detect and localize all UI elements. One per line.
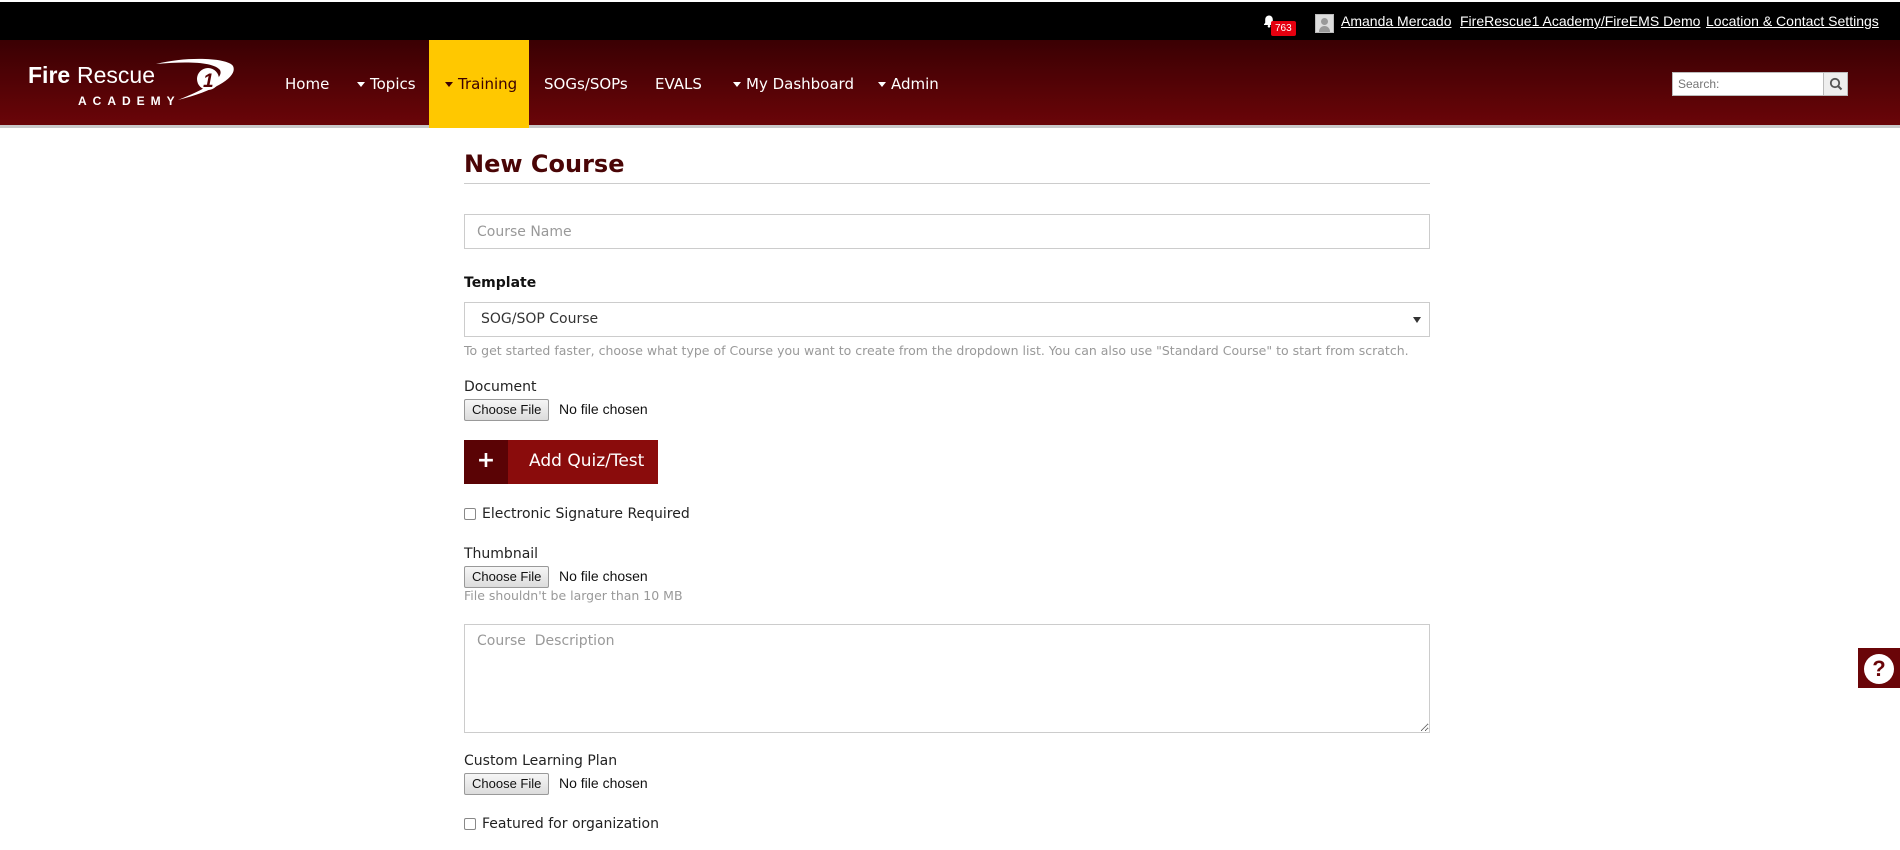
document-label: Document bbox=[464, 379, 537, 395]
nav-evals[interactable]: EVALS bbox=[639, 40, 718, 128]
utility-bar: 763 Amanda Mercado FireRescue1 Academy/F… bbox=[0, 0, 1900, 40]
template-label: Template bbox=[464, 275, 537, 291]
plus-icon: + bbox=[464, 440, 508, 484]
electronic-signature-label[interactable]: Electronic Signature Required bbox=[482, 506, 690, 522]
main-nav: Fire Rescue 1 ACADEMY Home Topics Traini… bbox=[0, 40, 1900, 128]
learning-plan-file-status: No file chosen bbox=[559, 775, 648, 791]
title-divider bbox=[464, 183, 1430, 184]
electronic-signature-checkbox[interactable] bbox=[464, 508, 476, 520]
page-title: New Course bbox=[464, 150, 625, 178]
course-description-textarea[interactable] bbox=[464, 624, 1430, 733]
search-input[interactable] bbox=[1673, 73, 1825, 95]
thumbnail-file-status: No file chosen bbox=[559, 568, 648, 584]
logo-academy-text: ACADEMY bbox=[78, 94, 181, 108]
logo-number-text: 1 bbox=[203, 71, 214, 92]
caret-down-icon bbox=[445, 82, 453, 87]
nav-training-label: Training bbox=[458, 75, 518, 93]
logo-fire-text: Fire bbox=[28, 62, 70, 88]
add-quiz-test-button[interactable]: + Add Quiz/Test bbox=[464, 440, 658, 484]
nav-topics[interactable]: Topics bbox=[341, 40, 432, 128]
nav-admin-label: Admin bbox=[891, 75, 939, 93]
nav-sogs-sops[interactable]: SOGs/SOPs bbox=[528, 40, 644, 128]
nav-topics-label: Topics bbox=[370, 75, 416, 93]
logo-rescue-text: Rescue bbox=[77, 62, 155, 88]
nav-training[interactable]: Training bbox=[429, 40, 529, 128]
question-mark-icon: ? bbox=[1864, 654, 1894, 684]
caret-down-icon bbox=[733, 82, 741, 87]
search-button[interactable] bbox=[1823, 73, 1847, 95]
caret-down-icon bbox=[357, 82, 365, 87]
template-selected-value: SOG/SOP Course bbox=[481, 311, 599, 327]
thumbnail-help-text: File shouldn't be larger than 10 MB bbox=[464, 588, 683, 603]
location-settings-link[interactable]: Location & Contact Settings bbox=[1706, 13, 1879, 29]
add-quiz-label: Add Quiz/Test bbox=[529, 451, 645, 471]
nav-my-dashboard[interactable]: My Dashboard bbox=[717, 40, 870, 128]
dropdown-arrow-icon bbox=[1413, 317, 1421, 323]
avatar bbox=[1315, 14, 1334, 33]
document-choose-file-button[interactable]: Choose File bbox=[464, 399, 550, 421]
user-name-link[interactable]: Amanda Mercado bbox=[1341, 13, 1452, 29]
nav-dashboard-label: My Dashboard bbox=[746, 75, 854, 93]
nav-home[interactable]: Home bbox=[269, 40, 345, 128]
thumbnail-label: Thumbnail bbox=[464, 546, 539, 562]
featured-checkbox[interactable] bbox=[464, 818, 476, 830]
document-file-status: No file chosen bbox=[559, 401, 648, 417]
featured-label[interactable]: Featured for organization bbox=[482, 816, 659, 832]
firerescue1-logo[interactable]: Fire Rescue 1 ACADEMY bbox=[28, 58, 238, 110]
organization-link[interactable]: FireRescue1 Academy/FireEMS Demo bbox=[1460, 13, 1700, 29]
learning-plan-choose-file-button[interactable]: Choose File bbox=[464, 773, 550, 795]
template-help-text: To get started faster, choose what type … bbox=[464, 343, 1409, 358]
learning-plan-label: Custom Learning Plan bbox=[464, 753, 618, 769]
thumbnail-choose-file-button[interactable]: Choose File bbox=[464, 566, 550, 588]
notification-count-badge[interactable]: 763 bbox=[1271, 21, 1296, 36]
template-select[interactable]: SOG/SOP Course bbox=[464, 302, 1430, 337]
nav-home-label: Home bbox=[285, 75, 330, 93]
caret-down-icon bbox=[878, 82, 886, 87]
help-button[interactable]: ? bbox=[1856, 646, 1900, 690]
search-box bbox=[1672, 72, 1848, 96]
nav-admin[interactable]: Admin bbox=[862, 40, 955, 128]
nav-evals-label: EVALS bbox=[655, 75, 702, 93]
nav-sogs-label: SOGs/SOPs bbox=[544, 75, 628, 93]
search-icon bbox=[1829, 77, 1843, 91]
course-name-input[interactable] bbox=[464, 214, 1430, 249]
